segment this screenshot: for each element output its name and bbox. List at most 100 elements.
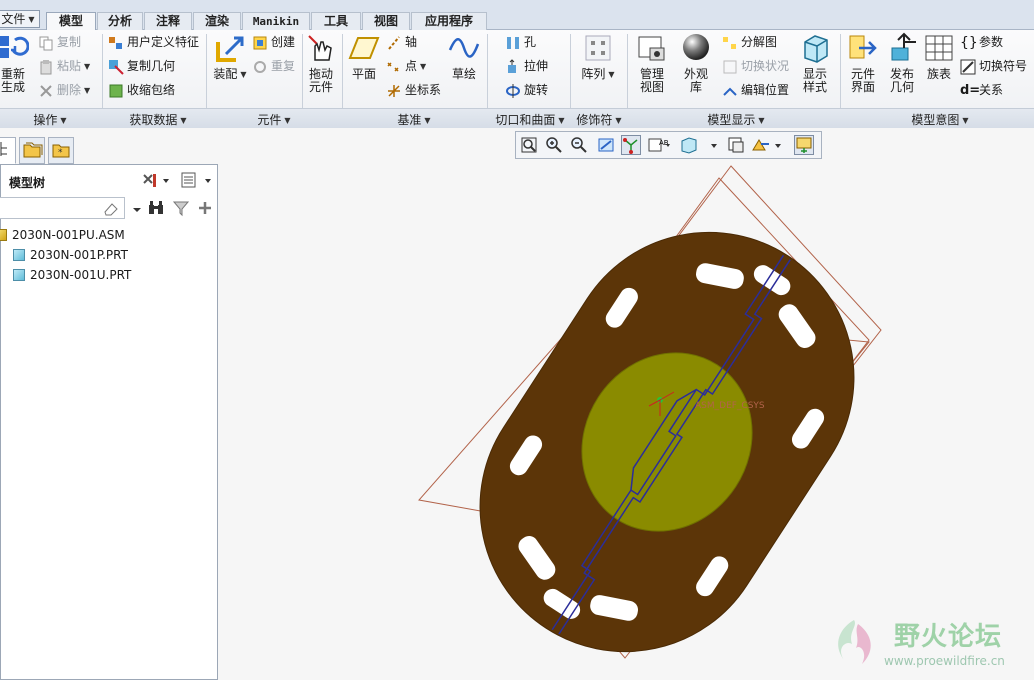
group-get-data[interactable]: 获取数据 ▼ [118, 111, 198, 128]
toggle-status-icon [723, 60, 737, 73]
tree-filter-button[interactable] [172, 199, 190, 217]
datum-point-button[interactable]: 点 ▼ [386, 56, 426, 76]
edit-position-button[interactable]: 编辑位置 [722, 80, 789, 100]
display-style-dropdown[interactable] [678, 135, 722, 155]
pattern-icon [585, 35, 611, 61]
hole-button[interactable]: 孔 [505, 32, 536, 52]
assemble-icon [216, 36, 244, 62]
add-column-button[interactable] [196, 199, 214, 217]
graphics-window[interactable]: ASM_DEF_CSYS [219, 160, 1034, 680]
model-render[interactable]: ASM_DEF_CSYS [219, 160, 1034, 680]
delete-button[interactable]: 删除 ▼ [38, 80, 90, 100]
favorites-tab[interactable]: * [48, 137, 74, 164]
relations-icon: d= [960, 82, 981, 98]
chevron-down-icon: ▼ [758, 116, 765, 125]
udf-button[interactable]: 用户定义特征 [108, 32, 199, 52]
switch-symbols-button[interactable]: 切换符号 [960, 56, 1027, 76]
extrude-button[interactable]: 拉伸 [505, 56, 548, 76]
tab-annotate[interactable]: 注释 [144, 12, 192, 30]
favorites-folder-icon: * [52, 144, 70, 158]
toggle-status-button[interactable]: 切换状况 [722, 56, 789, 76]
find-binoculars-button[interactable] [147, 199, 165, 217]
display-style-button[interactable]: 显示样式 [794, 32, 836, 94]
tab-view[interactable]: 视图 [362, 12, 410, 30]
saved-orientations-button[interactable] [726, 135, 746, 155]
copy-geometry-button[interactable]: 复制几何 [108, 56, 175, 76]
pattern-button[interactable]: 阵列 ▼ [578, 32, 618, 81]
family-table-button[interactable]: 族表 [922, 32, 956, 81]
parameters-button[interactable]: {}参数 [960, 32, 1003, 52]
datum-csys-button[interactable]: 坐标系 [386, 80, 441, 100]
group-operations[interactable]: 操作 ▼ [20, 111, 80, 128]
tab-applications[interactable]: 应用程序 [411, 12, 487, 30]
group-operations-label: 操作 [33, 113, 58, 127]
group-modifiers[interactable]: 修饰符 ▼ [570, 111, 628, 128]
brown-flange-part[interactable] [424, 177, 909, 680]
chevron-down-icon: ▼ [284, 116, 291, 125]
sketch-button[interactable]: 草绘 [446, 32, 482, 81]
tree-item-part[interactable]: 2030N-001P.PRT [13, 246, 128, 264]
spin-center-toggle[interactable] [794, 135, 814, 155]
zoom-in-button[interactable] [544, 135, 564, 155]
tab-tools[interactable]: 工具 [311, 12, 361, 30]
publish-geometry-button[interactable]: 发布几何 [884, 32, 920, 94]
edit-position-label: 编辑位置 [741, 83, 790, 97]
revolve-button[interactable]: 旋转 [505, 80, 548, 100]
group-model-display[interactable]: 模型显示 ▼ [696, 111, 776, 128]
drag-component-button[interactable]: 拖动元件 [303, 32, 339, 94]
appearance-library-label: 外观库 [684, 67, 709, 94]
group-model-intent[interactable]: 模型意图 ▼ [900, 111, 980, 128]
shrinkwrap-button[interactable]: 收缩包络 [108, 80, 175, 100]
manage-views-button[interactable]: 管理视图 [631, 32, 673, 94]
copy-icon [39, 36, 53, 50]
saved-views-icon [728, 137, 744, 153]
tab-analysis[interactable]: 分析 [97, 12, 143, 30]
tab-render[interactable]: 渲染 [193, 12, 241, 30]
annotation-display-dropdown[interactable]: AB [646, 135, 674, 155]
display-style-cube-icon [804, 35, 828, 63]
tab-model[interactable]: 模型 [46, 12, 96, 31]
regenerate-button[interactable]: 重新生成 [0, 32, 34, 94]
zoom-out-button[interactable] [569, 135, 589, 155]
search-filter-dropdown[interactable] [131, 201, 143, 219]
tab-file-label: 文件 [1, 12, 26, 26]
model-tree-tab[interactable] [0, 137, 16, 164]
delete-label: 删除 [57, 83, 82, 97]
extrude-label: 拉伸 [524, 59, 549, 73]
group-cut-surface[interactable]: 切口和曲面 ▼ [488, 111, 572, 128]
tab-file[interactable]: 文件 ▼ [0, 10, 40, 28]
relations-button[interactable]: d=关系 [960, 80, 1003, 100]
publish-geometry-icon [891, 32, 916, 61]
tab-manikin[interactable]: Manikin [242, 12, 310, 30]
appearance-library-button[interactable]: 外观库 [678, 32, 714, 94]
tree-item-assembly[interactable]: 2030N-001PU.ASM [0, 226, 125, 244]
view-manager-dropdown[interactable] [750, 135, 784, 155]
switch-symbols-label: 切换符号 [979, 59, 1028, 73]
shrinkwrap-icon [109, 84, 123, 97]
group-datum[interactable]: 基准 ▼ [384, 111, 444, 128]
datum-plane-button[interactable]: 平面 [346, 32, 382, 81]
tree-search-input[interactable] [0, 197, 125, 219]
udf-label: 用户定义特征 [127, 35, 200, 49]
exploded-view-button[interactable]: 分解图 [722, 32, 777, 52]
component-interface-button[interactable]: 元件界面 [845, 32, 881, 94]
paste-button[interactable]: 粘贴 ▼ [38, 56, 90, 76]
assemble-button[interactable]: 装配 ▼ [210, 32, 250, 81]
exploded-view-label: 分解图 [741, 35, 778, 49]
repaint-button[interactable] [596, 135, 616, 155]
tree-settings-dropdown[interactable] [141, 171, 171, 189]
datum-axis-button[interactable]: 轴 [386, 32, 417, 52]
repeat-component-button[interactable]: 重复 [252, 56, 295, 76]
create-component-button[interactable]: 创建 [252, 32, 295, 52]
datum-display-toggle[interactable] [621, 135, 641, 155]
watermark-url: www.proewildfire.cn [884, 654, 1005, 668]
tree-item-part[interactable]: 2030N-001U.PRT [13, 266, 131, 284]
group-component[interactable]: 元件 ▼ [244, 111, 304, 128]
folder-browser-tab[interactable] [19, 137, 45, 164]
chevron-down-icon: ▼ [424, 116, 431, 125]
tree-show-dropdown[interactable] [179, 171, 213, 189]
refit-button[interactable] [519, 135, 539, 155]
group-component-label: 元件 [257, 113, 282, 127]
copy-button[interactable]: 复制 [38, 32, 81, 52]
group-model-display-label: 模型显示 [707, 113, 756, 127]
